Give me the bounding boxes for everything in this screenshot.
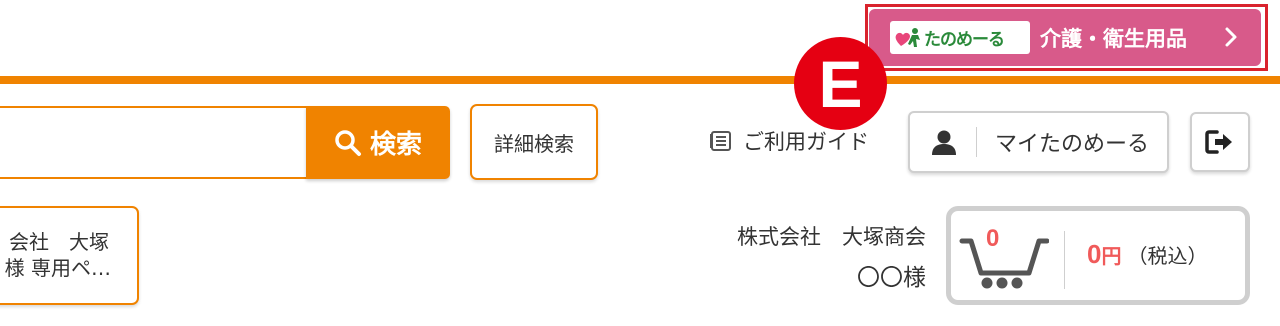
guide-link[interactable]: ご利用ガイド xyxy=(709,126,869,156)
heart-figure-icon xyxy=(895,27,920,47)
header-divider xyxy=(0,76,1280,84)
chevron-right-icon xyxy=(1225,27,1237,47)
detail-search-button[interactable]: 詳細検索 xyxy=(470,104,598,180)
guide-label: ご利用ガイド xyxy=(743,130,869,154)
cart-button[interactable]: 0 0 円 （税込） xyxy=(946,206,1250,305)
logo-text: たのめーる xyxy=(924,30,1005,50)
cart-icon xyxy=(959,238,1050,289)
user-company: 株式会社 大塚商会 xyxy=(737,225,926,249)
my-page-button[interactable]: マイたのめーる xyxy=(908,111,1169,173)
care-products-label: 介護・衛生用品 xyxy=(1040,26,1187,51)
annotation-marker: E xyxy=(794,37,887,130)
catalog-card-line2: 様 専用ペ… xyxy=(4,256,111,280)
catalog-card[interactable]: 会社 大塚 様 専用ペ… xyxy=(0,206,139,305)
cart-divider xyxy=(1064,231,1065,289)
search-button-label: 検索 xyxy=(369,130,422,160)
tanomeru-logo: たのめーる xyxy=(890,21,1030,54)
guide-book-icon xyxy=(710,131,731,151)
logout-button[interactable] xyxy=(1190,112,1250,172)
divider xyxy=(976,127,977,157)
user-icon xyxy=(932,130,956,155)
logout-icon xyxy=(1205,130,1232,154)
catalog-card-line1: 会社 大塚 xyxy=(9,230,109,254)
search-icon xyxy=(335,129,361,156)
cart-count: 0 xyxy=(986,225,1000,252)
cart-tax-note: （税込） xyxy=(1127,244,1208,268)
search-input[interactable] xyxy=(0,106,308,179)
user-name: 〇〇様 xyxy=(857,265,926,291)
cart-icon-wrap: 0 xyxy=(959,225,1050,291)
care-products-button[interactable]: たのめーる 介護・衛生用品 xyxy=(869,9,1261,66)
my-page-label: マイたのめーる xyxy=(995,132,1150,157)
cart-currency: 円 xyxy=(1101,244,1122,268)
cart-amount: 0 xyxy=(1087,239,1102,269)
search-button[interactable]: 検索 xyxy=(306,106,450,179)
cart-total: 0 円 （税込） xyxy=(1087,239,1207,270)
